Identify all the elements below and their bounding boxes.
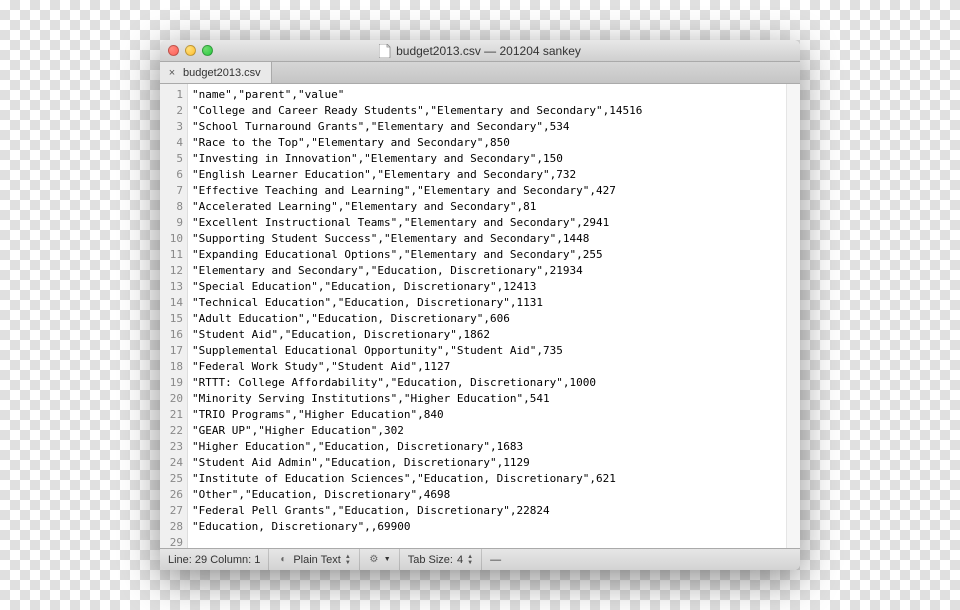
- line-number: 9: [160, 215, 183, 231]
- code-line[interactable]: "Supplemental Educational Opportunity","…: [192, 343, 786, 359]
- line-number: 20: [160, 391, 183, 407]
- line-number: 1: [160, 87, 183, 103]
- code-line[interactable]: "Education, Discretionary",,69900: [192, 519, 786, 535]
- line-number-gutter: 1234567891011121314151617181920212223242…: [160, 84, 188, 548]
- chevron-down-icon: ▼: [384, 556, 391, 563]
- gear-icon: ◐: [277, 554, 289, 566]
- code-line[interactable]: "Supporting Student Success","Elementary…: [192, 231, 786, 247]
- line-number: 24: [160, 455, 183, 471]
- status-settings[interactable]: ⚙ ▼: [360, 549, 400, 570]
- titlebar[interactable]: budget2013.csv — 201204 sankey: [160, 40, 800, 62]
- window: budget2013.csv — 201204 sankey × budget2…: [160, 40, 800, 570]
- code-line[interactable]: "Elementary and Secondary","Education, D…: [192, 263, 786, 279]
- line-number: 22: [160, 423, 183, 439]
- code-line[interactable]: "Minority Serving Institutions","Higher …: [192, 391, 786, 407]
- status-line-column[interactable]: Line: 29 Column: 1: [160, 549, 269, 570]
- code-line[interactable]: "Federal Work Study","Student Aid",1127: [192, 359, 786, 375]
- line-number: 11: [160, 247, 183, 263]
- code-line[interactable]: "Effective Teaching and Learning","Eleme…: [192, 183, 786, 199]
- code-line[interactable]: "Investing in Innovation","Elementary an…: [192, 151, 786, 167]
- code-line[interactable]: "Adult Education","Education, Discretion…: [192, 311, 786, 327]
- code-line[interactable]: "Student Aid Admin","Education, Discreti…: [192, 455, 786, 471]
- vertical-scrollbar[interactable]: [786, 84, 800, 548]
- stepper-icon[interactable]: ▲▼: [345, 554, 351, 566]
- line-number: 2: [160, 103, 183, 119]
- code-line[interactable]: "College and Career Ready Students","Ele…: [192, 103, 786, 119]
- minimize-button[interactable]: [185, 45, 196, 56]
- code-line[interactable]: "Accelerated Learning","Elementary and S…: [192, 199, 786, 215]
- code-line[interactable]: "English Learner Education","Elementary …: [192, 167, 786, 183]
- statusbar: Line: 29 Column: 1 ◐ Plain Text ▲▼ ⚙ ▼ T…: [160, 548, 800, 570]
- window-title-area: budget2013.csv — 201204 sankey: [160, 44, 800, 58]
- line-number: 13: [160, 279, 183, 295]
- tab-budget2013[interactable]: × budget2013.csv: [160, 62, 272, 83]
- code-line[interactable]: "RTTT: College Affordability","Education…: [192, 375, 786, 391]
- status-extra: —: [482, 549, 509, 570]
- line-number: 25: [160, 471, 183, 487]
- line-number: 17: [160, 343, 183, 359]
- code-line[interactable]: "Special Education","Education, Discreti…: [192, 279, 786, 295]
- window-title: budget2013.csv — 201204 sankey: [396, 44, 581, 58]
- code-area[interactable]: "name","parent","value""College and Care…: [188, 84, 786, 548]
- line-number: 3: [160, 119, 183, 135]
- close-icon[interactable]: ×: [166, 67, 178, 79]
- gear-icon: ⚙: [368, 554, 380, 566]
- line-number: 15: [160, 311, 183, 327]
- line-number: 26: [160, 487, 183, 503]
- line-number: 18: [160, 359, 183, 375]
- line-number: 19: [160, 375, 183, 391]
- tabbar: × budget2013.csv: [160, 62, 800, 84]
- code-line[interactable]: "Federal Pell Grants","Education, Discre…: [192, 503, 786, 519]
- code-line[interactable]: "TRIO Programs","Higher Education",840: [192, 407, 786, 423]
- line-number: 21: [160, 407, 183, 423]
- tab-size-label: Tab Size:: [408, 554, 453, 566]
- syntax-label: Plain Text: [293, 554, 341, 566]
- code-line[interactable]: "Institute of Education Sciences","Educa…: [192, 471, 786, 487]
- code-line[interactable]: "School Turnaround Grants","Elementary a…: [192, 119, 786, 135]
- stepper-icon[interactable]: ▲▼: [467, 554, 473, 566]
- code-line[interactable]: "Excellent Instructional Teams","Element…: [192, 215, 786, 231]
- line-number: 7: [160, 183, 183, 199]
- code-line[interactable]: "Student Aid","Education, Discretionary"…: [192, 327, 786, 343]
- line-number: 4: [160, 135, 183, 151]
- line-number: 12: [160, 263, 183, 279]
- code-line[interactable]: [192, 535, 786, 548]
- line-number: 8: [160, 199, 183, 215]
- tab-label: budget2013.csv: [183, 67, 261, 79]
- code-line[interactable]: "Expanding Educational Options","Element…: [192, 247, 786, 263]
- code-line[interactable]: "Other","Education, Discretionary",4698: [192, 487, 786, 503]
- line-number: 10: [160, 231, 183, 247]
- zoom-button[interactable]: [202, 45, 213, 56]
- close-button[interactable]: [168, 45, 179, 56]
- code-line[interactable]: "name","parent","value": [192, 87, 786, 103]
- line-number: 27: [160, 503, 183, 519]
- line-number: 16: [160, 327, 183, 343]
- line-number: 14: [160, 295, 183, 311]
- code-line[interactable]: "Higher Education","Education, Discretio…: [192, 439, 786, 455]
- code-line[interactable]: "Race to the Top","Elementary and Second…: [192, 135, 786, 151]
- code-line[interactable]: "Technical Education","Education, Discre…: [192, 295, 786, 311]
- tab-size-value: 4: [457, 554, 463, 566]
- editor: 1234567891011121314151617181920212223242…: [160, 84, 800, 548]
- line-number: 5: [160, 151, 183, 167]
- status-syntax[interactable]: ◐ Plain Text ▲▼: [269, 549, 359, 570]
- line-number: 6: [160, 167, 183, 183]
- file-icon: [379, 44, 391, 58]
- status-tab-size[interactable]: Tab Size: 4 ▲▼: [400, 549, 482, 570]
- line-number: 28: [160, 519, 183, 535]
- line-number: 29: [160, 535, 183, 548]
- code-line[interactable]: "GEAR UP","Higher Education",302: [192, 423, 786, 439]
- line-number: 23: [160, 439, 183, 455]
- traffic-lights: [160, 45, 213, 56]
